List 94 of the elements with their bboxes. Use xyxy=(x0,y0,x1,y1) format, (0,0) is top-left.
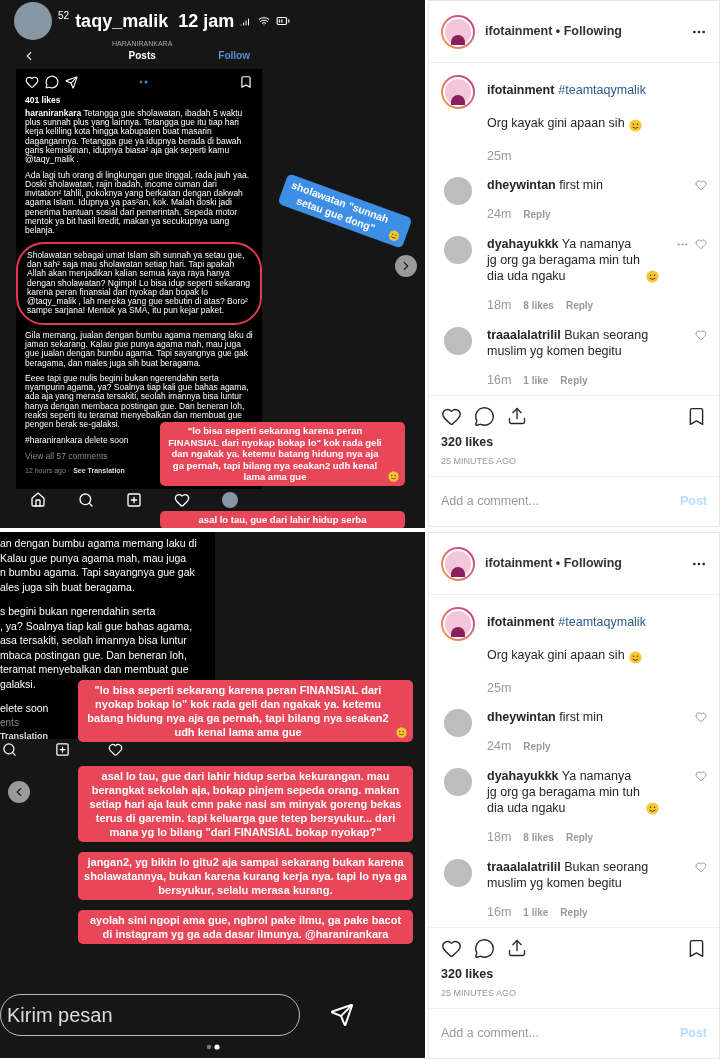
comment-time: 24m xyxy=(487,206,512,224)
reply-link[interactable]: Reply xyxy=(560,904,588,920)
hashtag-link[interactable]: #teamtaqymalik xyxy=(558,613,646,632)
hashtag-link[interactable]: #teamtaqymalik xyxy=(558,81,646,100)
likes-count: 320 likes xyxy=(441,965,495,983)
comment-likes[interactable]: 8 likes xyxy=(523,829,554,845)
avatar-placeholder[interactable] xyxy=(222,492,238,508)
comment-text: dheywintan first min xyxy=(487,709,603,726)
add-icon[interactable] xyxy=(55,742,70,757)
wifi-icon xyxy=(258,15,271,27)
header-title[interactable]: ifotainment • Following xyxy=(485,554,622,573)
comment-field[interactable]: Add a comment... xyxy=(441,1024,680,1043)
translation-link[interactable]: Translation xyxy=(0,729,48,743)
likes-count: 320 likes xyxy=(441,433,495,451)
page-dots-icon xyxy=(205,1044,220,1050)
account-avatar[interactable] xyxy=(441,607,475,641)
header-title[interactable]: ifotainment • Following xyxy=(485,22,622,41)
account-avatar[interactable] xyxy=(441,546,475,581)
caption-paragraph: Ada lagi tuh orang di lingkungan gue tinggal, rada jauh yaa. Doski sholawatan, rajin ibadah, income cuman dari invitation² tahlil, pokoknya yang berkaitan dengan dakwah agama Islam. Idupnya ya pas²an, kok. Malah doski jadi penerima bantuan sosial dari pemerintah. Sepeda motor mentok ya bit hasil kredit, makan ya secukupnya uang belanja. xyxy=(25,170,250,236)
comment-icon[interactable] xyxy=(474,405,495,427)
share-icon[interactable] xyxy=(507,938,527,959)
add-icon[interactable] xyxy=(126,492,142,508)
share-icon[interactable] xyxy=(507,406,527,427)
username[interactable]: ifotainment xyxy=(487,613,555,632)
search-icon[interactable] xyxy=(2,742,17,757)
reply-link[interactable]: Reply xyxy=(565,297,594,313)
search-icon[interactable] xyxy=(78,492,94,508)
comment-icon[interactable] xyxy=(474,937,495,959)
comment-likes[interactable]: 1 like xyxy=(523,904,549,920)
comment-text: traaalalatrilil Bukan seorang muslim yg komen begitu xyxy=(487,326,650,359)
caption-line: Kalau gue punya agama mah, mau juga xyxy=(0,550,187,565)
comment-time: 16m xyxy=(487,903,512,921)
comment-field[interactable]: Add a comment... xyxy=(441,492,680,511)
username[interactable]: ifotainment xyxy=(487,81,555,100)
post-time: 25 MINUTES AGO xyxy=(441,454,518,468)
back-button[interactable] xyxy=(8,781,30,803)
likes-count: 401 likes xyxy=(25,94,62,107)
caption-line: ales juga sih buat beragama. xyxy=(0,579,135,594)
view-comments-link[interactable]: ents xyxy=(0,715,19,730)
sticker-text: jangan2, yg bikin lo gitu2 aja sampai sekarang bukan karena sholawatannya, bukan karena kurang kerja nya. tapi lo nya ga bersyukur, selalu merasa kurang. xyxy=(84,855,407,897)
caption-line: elete soon xyxy=(0,701,49,716)
reply-link[interactable]: Reply xyxy=(523,739,551,755)
caption-paragraph: Sholawatan sebagai umat Islam sih sunnah ya setau gue, dan sah² saja mau sholawatan setiap hari. Tapi apakah Allah akan menjadikan kalian semua kaya raya hanya dengan sholawatan? Ngimpi! Lo bisa idup seperti sekarang karena peran finansial dari nyokap dan bopak lo @taqy_malik , lah mereka yang gue sebutin di atas? Boro² sampe sarjana! Mentok ya SMA, itu pun kejar paket. xyxy=(27,250,251,316)
comment-text: dyahayukkk Ya namanya jg org ga beragama min tuh dia uda ngaku xyxy=(487,236,641,284)
comment-time: 18m xyxy=(487,829,512,846)
view-comments-link[interactable]: View all 57 comments xyxy=(25,449,108,463)
caption-line: an dengan bumbu agama memang laku di xyxy=(0,536,197,551)
caption-line: , ya? Soalnya tiap kali gue bahas agama, xyxy=(0,618,193,633)
comment-time: 25m xyxy=(487,147,513,165)
sticker-text: asal lo tau, gue dari lahir hidup serba kekurangan. mau berangkat sekolah aja, bokap pinjem sepeda orang. makan setiap hari aja lauk cmn pake nasi sm minyak goreng bekas terus di garemin. tapi keluarga gue tetep bersyukur... dari mana yg lo bilang "dari FINANSIAL bokap nyokap?" xyxy=(88,769,403,839)
comment-likes[interactable]: 8 likes xyxy=(523,297,554,313)
heart-icon[interactable] xyxy=(174,492,190,508)
account-avatar[interactable] xyxy=(441,75,475,109)
account-avatar[interactable] xyxy=(441,14,475,49)
sticker-text: ayolah sini ngopi ama gue, ngbrol pake ilmu, ga pake bacot di instagram yg ga ada dasar ilmunya. @haranirankara xyxy=(88,913,403,941)
comment-text: traaalalatrilil Bukan seorang muslim yg komen begitu xyxy=(487,858,650,891)
comment-text: dheywintan first min xyxy=(487,177,603,194)
sticker-text: asal lo tau, gue dari lahir hidup serba xyxy=(198,514,367,526)
story-username: taqy_malik xyxy=(75,9,169,33)
comment-time: 24m xyxy=(487,738,512,756)
comment-likes[interactable]: 1 like xyxy=(523,372,549,388)
comment-text: dyahayukkk Ya namanya jg org ga beragama min tuh dia uda ngaku xyxy=(487,768,641,816)
caption-line: asa tersakiti, seolah imannya bisa luntur xyxy=(0,633,187,648)
caption-paragraph: haranirankara Tetangga gue sholawatan, ibadah 5 waktu plus sunnah plus yang lainnya. Tetangga gue itu tiap hari kerja keliling kota hingga kabupaten buat masarin dagangannya. Tetangga gue ya idupnya berada di bawah garis kemiskinan, idupnya biasa² aja gak seperti kamu @taqy_malik . xyxy=(25,108,244,165)
home-icon[interactable] xyxy=(30,492,46,508)
reply-link[interactable]: Reply xyxy=(523,207,551,223)
post-time: 25 MINUTES AGO xyxy=(441,986,518,1000)
bookmark-icon[interactable] xyxy=(239,75,253,89)
message-field[interactable]: Kirim pesan xyxy=(0,994,300,1036)
battery-icon xyxy=(276,14,291,28)
caption-text: Org kayak gini apaan sih xyxy=(487,114,625,132)
reply-link[interactable]: Reply xyxy=(560,372,588,388)
caption-line: galaksi. xyxy=(0,676,36,691)
caption-line: teramat menyebalkan dan membuat gue xyxy=(0,662,189,677)
view-count: 52 xyxy=(58,9,70,23)
comment-time: 16m xyxy=(487,371,512,389)
caption-paragraph: #haranirankara delete soon xyxy=(25,435,129,445)
comment-time: 18m xyxy=(487,297,512,314)
screen-title: Posts xyxy=(128,49,156,63)
next-button[interactable] xyxy=(395,255,417,277)
caption-line: s begini bukan ngerendahin serta xyxy=(0,604,156,619)
carousel-dots-icon xyxy=(139,80,149,84)
reply-link[interactable]: Reply xyxy=(565,829,594,845)
caption-line: mbaca postingan gue. Dan beneran loh, xyxy=(0,647,187,662)
caption-line: n bumbu agama. Tapi sayangnya gue gak xyxy=(0,565,195,580)
send-icon[interactable] xyxy=(330,1003,354,1027)
caption-text: Org kayak gini apaan sih xyxy=(487,646,625,664)
send-icon[interactable] xyxy=(65,75,78,89)
avatar-placeholder xyxy=(14,2,52,40)
story-time: 12 jam xyxy=(178,9,235,33)
follow-button[interactable]: Follow xyxy=(218,48,250,63)
caption-paragraph: Gila memang, jualan dengan bumbu agama memang laku di jaman sekarang. Kalau gue punya agama mah, mau juga gue jualan dengan bumbu agama. Tapi sayangnya gue gak beragama, dan males juga sih buat beragama. xyxy=(25,330,253,368)
sticker-text: "lo bisa seperti sekarang karena peran FINANSIAL dari nyokap bokap lo" kok rada geli dan ngakak ya. ketemu batang hidung nya aja ga pernah, tapi bilang nya seakan2 udh kenal lama ama gue xyxy=(86,683,390,739)
comment-time: 25m xyxy=(487,679,513,697)
